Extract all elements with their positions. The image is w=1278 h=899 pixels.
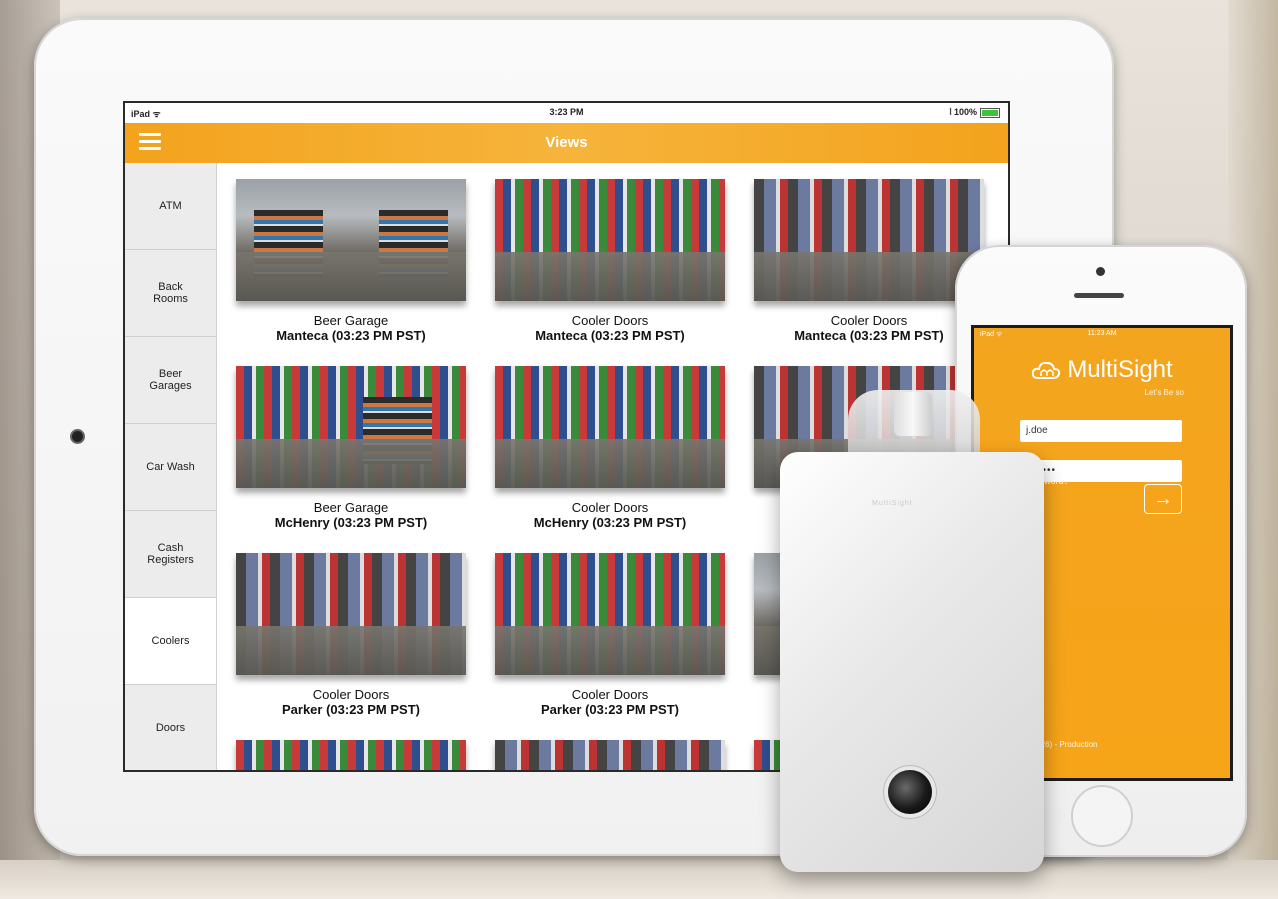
camera-tile[interactable] [495,740,725,770]
login-arrow-button[interactable]: → [1144,484,1182,514]
sidebar-item-label: Back Rooms [153,281,188,305]
username-field[interactable]: j.doe [1020,420,1182,442]
app-logo: MultiSight [974,356,1230,384]
table-surface [0,860,1278,899]
sidebar-item-car-wash[interactable]: Car Wash [125,424,216,511]
sidebar-item-label: Doors [155,722,186,734]
app-tagline: Let’s Be so [1144,388,1184,397]
sidebar-item-atm[interactable]: ATM [125,163,216,250]
camera-thumbnail [236,366,466,488]
battery-icon [980,107,1000,118]
camera-name: Cooler Doors [571,313,649,328]
camera-tile[interactable]: Beer Garage Manteca (03:23 PM PST) [236,179,466,343]
iphone-speaker [1074,293,1124,298]
camera-thumbnail [495,366,725,488]
sidebar: ATM Back Rooms Beer Garages Car Wash Cas… [125,163,217,770]
page-title: Views [545,134,588,151]
camera-name: Cooler Doors [312,687,390,702]
sidebar-item-label: Coolers [151,635,190,647]
sidebar-item-label: Car Wash [146,461,195,473]
camera-name: Beer Garage [313,500,389,515]
cloud-logo-icon [1032,361,1061,379]
camera-name: Cooler Doors [571,687,649,702]
iphone-status-time: 11:23 AM [1087,330,1117,337]
status-battery: ⦚ 100% [950,107,1000,118]
camera-name: Cooler Doors [830,313,908,328]
sidebar-item-doors[interactable]: Doors [125,685,216,770]
sidebar-item-cash-registers[interactable]: Cash Registers [125,511,216,598]
security-camera-device: MultiSight [780,452,1044,872]
camera-tile[interactable]: Cooler Doors Parker (03:23 PM PST) [495,553,725,717]
camera-thumbnail [495,740,725,770]
camera-location: Parker (03:23 PM PST) [540,702,679,717]
status-time: 3:23 PM [549,107,584,117]
camera-thumbnail [236,740,466,770]
camera-thumbnail [754,179,984,301]
camera-location: Parker (03:23 PM PST) [281,702,420,717]
camera-tile[interactable]: Beer Garage McHenry (03:23 PM PST) [236,366,466,530]
camera-name: Beer Garage [313,313,389,328]
app-brand-name: MultiSight [1067,356,1173,383]
camera-tile[interactable] [236,740,466,770]
camera-tile[interactable]: Cooler Doors McHenry (03:23 PM PST) [495,366,725,530]
camera-thumbnail [495,179,725,301]
camera-thumbnail [495,553,725,675]
camera-location: McHenry (03:23 PM PST) [533,515,687,530]
sidebar-item-coolers[interactable]: Coolers [125,598,216,685]
camera-name: Cooler Doors [571,500,649,515]
sidebar-item-label: ATM [159,200,182,212]
camera-location: Manteca (03:23 PM PST) [794,328,944,343]
nav-bar: Views [125,123,1008,163]
camera-thumbnail [236,553,466,675]
status-bar: iPad ᯤ 3:23 PM ⦚ 100% [125,103,1008,123]
battery-percent: ⦚ 100% [949,107,977,117]
iphone-front-camera [1096,267,1105,276]
device-brand-label: MultiSight [872,500,913,507]
camera-mount-knob [894,392,932,436]
camera-lens-icon [888,770,932,814]
ipad-front-camera [72,431,83,442]
sidebar-item-back-rooms[interactable]: Back Rooms [125,250,216,337]
camera-location: Manteca (03:23 PM PST) [535,328,685,343]
camera-location: Manteca (03:23 PM PST) [276,328,426,343]
sidebar-item-beer-garages[interactable]: Beer Garages [125,337,216,424]
camera-location: McHenry (03:23 PM PST) [274,515,428,530]
sidebar-item-label: Cash Registers [147,542,194,566]
camera-tile[interactable]: Cooler Doors Manteca (03:23 PM PST) [495,179,725,343]
camera-tile[interactable]: Cooler Doors Manteca (03:23 PM PST) [754,179,984,343]
camera-thumbnail [236,179,466,301]
camera-tile[interactable]: Cooler Doors Parker (03:23 PM PST) [236,553,466,717]
sidebar-item-label: Beer Garages [149,368,192,392]
iphone-home-button[interactable] [1071,785,1133,847]
